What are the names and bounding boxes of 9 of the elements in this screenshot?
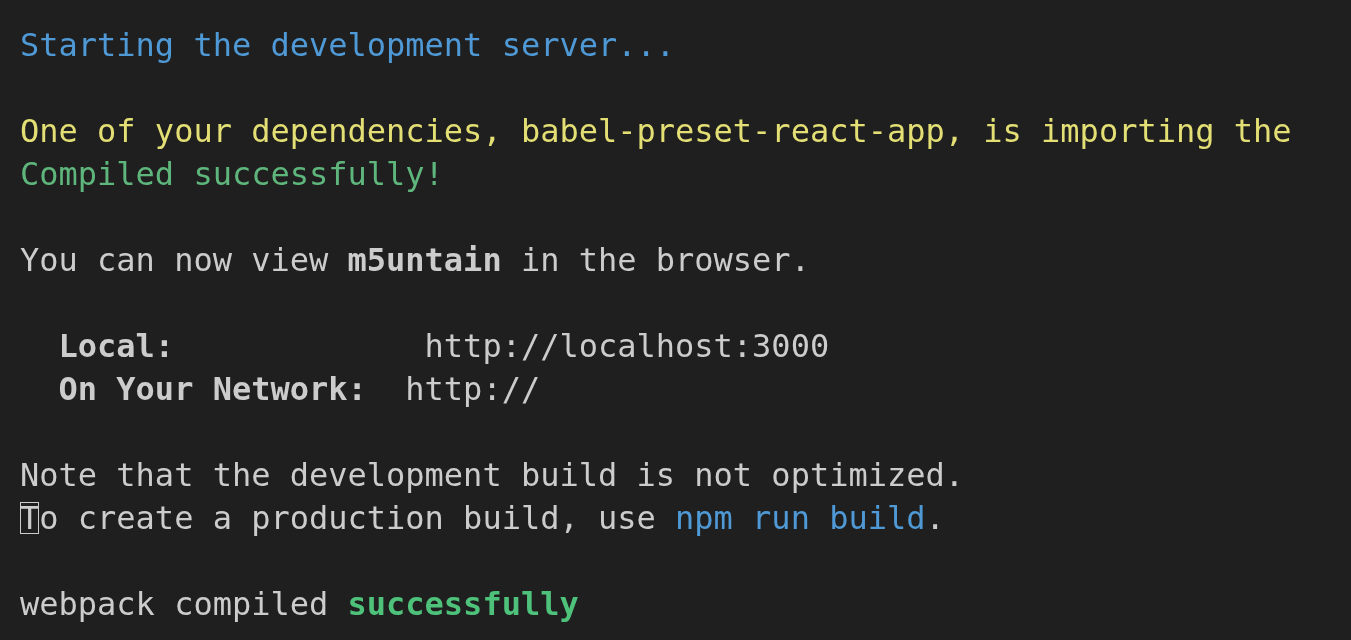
- terminal-line: On Your Network: http://: [57, 370, 541, 408]
- terminal-line: Local: http://localhost:3000: [57, 327, 830, 365]
- terminal-line: Compiled successfully!: [20, 155, 444, 193]
- terminal-line: One of your dependencies, babel-preset-react-app, is importing the: [20, 112, 1292, 150]
- terminal-line: To create a production build, use npm run build.: [20, 499, 945, 537]
- terminal-line: You can now view m5untain in the browser.: [20, 241, 810, 279]
- terminal-line: Note that the development build is not optimized.: [20, 456, 964, 494]
- terminal-line: Starting the development server...: [20, 26, 676, 64]
- terminal-line: webpack compiled successfully: [20, 585, 579, 623]
